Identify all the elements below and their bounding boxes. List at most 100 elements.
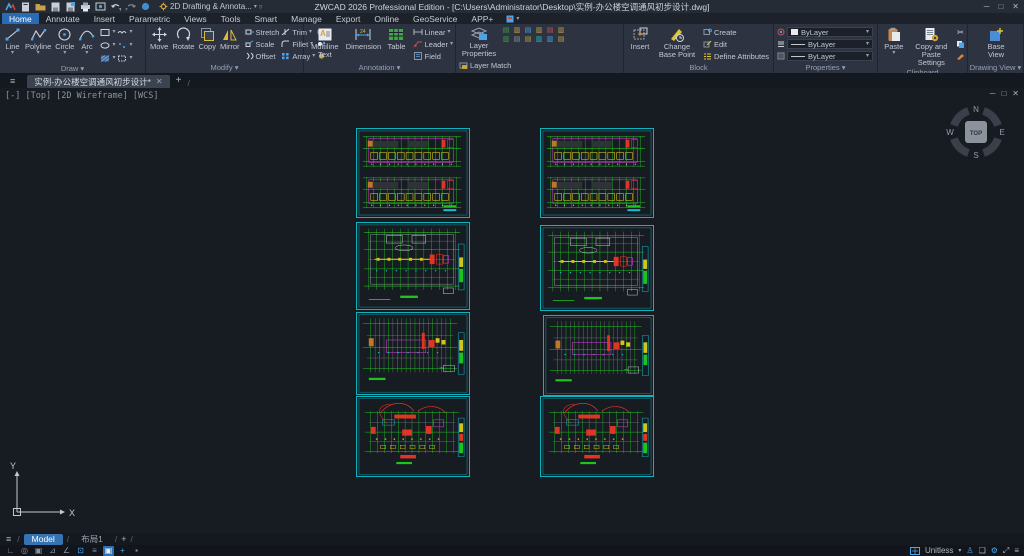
tab-geoservice[interactable]: GeoService [406, 13, 464, 24]
plan-sheet-4[interactable] [540, 225, 654, 311]
circle-button[interactable]: Circle▾ [54, 26, 75, 56]
new-document-tab-button[interactable]: + [176, 75, 182, 86]
tab-app-plus[interactable]: APP+ [464, 13, 500, 24]
tab-parametric[interactable]: Parametric [122, 13, 177, 24]
plan-sheet-1[interactable] [356, 128, 470, 218]
arc-button[interactable]: Arc▾ [77, 26, 96, 56]
move-button[interactable]: Move [149, 26, 169, 52]
close-button[interactable]: ✕ [1012, 2, 1019, 11]
preview-icon[interactable] [95, 2, 106, 12]
define-attributes-button[interactable]: Define Attributes [703, 50, 769, 62]
copy-paste-settings-button[interactable]: Copy and Paste Settings [909, 26, 954, 68]
ortho-toggle-icon[interactable]: ⊿ [47, 546, 58, 556]
document-tab[interactable]: 实例-办公楼空调通风初步设计* ✕ [27, 75, 169, 88]
ribbon-display-toggle[interactable]: ▾ [500, 13, 525, 24]
settings-gear-icon[interactable]: ⚙ [991, 546, 998, 555]
panel-label-block[interactable]: Block [624, 63, 773, 73]
multiline-text-button[interactable]: A Multiline Text [307, 26, 343, 60]
grid-toggle-icon[interactable]: ▣ [33, 546, 44, 556]
panel-label-drawing-view[interactable]: Drawing View ▾ ◂ [968, 63, 1023, 73]
new-file-icon[interactable] [20, 2, 31, 12]
panel-label-modify[interactable]: Modify ▾ [146, 63, 303, 73]
plan-sheet-3[interactable] [356, 222, 470, 310]
polyline-button[interactable]: Polyline▾ [24, 26, 52, 56]
plan-sheet-8[interactable] [540, 396, 654, 477]
open-folder-icon[interactable] [35, 2, 46, 12]
tab-export[interactable]: Export [329, 13, 368, 24]
crosshair-toggle-icon[interactable]: + [117, 546, 128, 556]
lineweight-toggle-icon[interactable]: ≡ [89, 546, 100, 556]
doc-restore-button[interactable]: □ [1001, 89, 1006, 98]
doc-minimize-button[interactable]: ─ [990, 89, 996, 98]
cut-scissors-icon[interactable]: ✂ [957, 26, 964, 38]
tab-views[interactable]: Views [177, 13, 214, 24]
units-indicator[interactable]: Unitless [925, 546, 953, 555]
tab-insert[interactable]: Insert [87, 13, 122, 24]
lineweight-dropdown[interactable]: ByLayer▾ [787, 51, 873, 61]
linear-dim-button[interactable]: Linear ▾ [413, 26, 453, 38]
doc-tab-close-icon[interactable]: ✕ [156, 77, 163, 86]
new-layout-button[interactable]: + [121, 534, 126, 544]
dimension-button[interactable]: 24 Dimension [345, 26, 383, 52]
drawing-canvas[interactable]: [-] [Top] [2D Wireframe] [WCS] ─ □ ✕ TOP… [0, 88, 1024, 533]
cloud-icon[interactable] [140, 2, 151, 12]
layer-match-button[interactable]: Layer Match [459, 60, 515, 72]
copy-button[interactable]: Copy [197, 26, 217, 52]
doc-menu-hamburger-icon[interactable]: ≡ [4, 76, 21, 86]
panel-label-draw[interactable]: Draw ▾ [0, 64, 145, 73]
clean-screen-icon[interactable]: ❏ [979, 546, 986, 555]
change-base-point-button[interactable]: Change Base Point [655, 26, 699, 60]
workspace-switcher[interactable]: 2D Drafting & Annota... ▾ ▿ [159, 2, 262, 11]
save-as-icon[interactable] [65, 2, 76, 12]
selection-cycling-toggle-icon[interactable]: ▣ [103, 546, 114, 556]
plan-sheet-6[interactable] [543, 315, 654, 396]
copy-clip-icon[interactable] [956, 38, 965, 50]
view-compass[interactable]: TOP N S W E [945, 101, 1007, 168]
layer-properties-button[interactable]: Layer Properties [459, 26, 499, 59]
layer-tools-icons[interactable]: ▤▥ ▤▥ ▤▥ ▥▤ ▤▥ ▥▤ [501, 26, 566, 44]
tab-manage[interactable]: Manage [284, 13, 329, 24]
polar-toggle-icon[interactable]: ∠ [61, 546, 72, 556]
mirror-button[interactable]: Mirror [219, 26, 241, 52]
match-brush-icon[interactable] [956, 50, 965, 62]
field-button[interactable]: Field [413, 50, 453, 62]
scale-button[interactable]: Scale [245, 38, 280, 50]
maximize-button[interactable]: □ [998, 2, 1003, 11]
linetype-dropdown[interactable]: ByLayer▾ [787, 39, 873, 49]
panel-label-annotation[interactable]: Annotation ▾ [304, 63, 455, 73]
fullscreen-icon[interactable]: ⤢ [1003, 546, 1009, 556]
units-caret-icon[interactable]: ▾ [958, 549, 961, 553]
line-button[interactable]: Line▾ [3, 26, 22, 56]
edit-block-button[interactable]: Edit [703, 38, 769, 50]
esnap-toggle-icon[interactable]: ⊡ [75, 546, 86, 556]
insert-block-button[interactable]: Insert [627, 26, 653, 52]
save-icon[interactable] [50, 2, 61, 12]
tab-home[interactable]: Home [2, 13, 39, 24]
model-tab[interactable]: Model [24, 534, 63, 545]
dynamic-input-toggle-icon[interactable]: ▪ [131, 546, 142, 556]
redo-icon[interactable]: ▾ [125, 2, 136, 12]
pin-icon[interactable]: ▿ [259, 3, 263, 11]
viewport-controls[interactable]: [-] [Top] [2D Wireframe] [WCS] [5, 91, 159, 101]
osnap-toggle-icon[interactable]: ◎ [19, 546, 30, 556]
minimize-button[interactable]: ─ [984, 2, 990, 11]
tab-annotate[interactable]: Annotate [39, 13, 87, 24]
offset-button[interactable]: Offset [245, 50, 280, 62]
tab-tools[interactable]: Tools [214, 13, 248, 24]
layout1-tab[interactable]: 布局1 [73, 534, 111, 545]
status-menu-hamburger-icon[interactable]: ≡ [1014, 546, 1019, 555]
tab-online[interactable]: Online [367, 13, 406, 24]
rotate-button[interactable]: Rotate [171, 26, 195, 52]
layout-menu-hamburger-icon[interactable]: ≡ [4, 534, 13, 544]
plan-sheet-2[interactable] [540, 128, 654, 218]
doc-close-button[interactable]: ✕ [1012, 89, 1019, 98]
create-block-button[interactable]: Create [703, 26, 769, 38]
stretch-button[interactable]: Stretch [245, 26, 280, 38]
tab-smart[interactable]: Smart [247, 13, 284, 24]
table-button[interactable]: Table [384, 26, 408, 52]
plot-printer-icon[interactable] [80, 2, 91, 12]
annotation-monitor-icon[interactable]: ♙ [966, 546, 973, 555]
plan-sheet-7[interactable] [356, 396, 470, 477]
paste-button[interactable]: Paste▾ [881, 26, 907, 56]
color-dropdown[interactable]: ByLayer▾ [787, 27, 873, 37]
